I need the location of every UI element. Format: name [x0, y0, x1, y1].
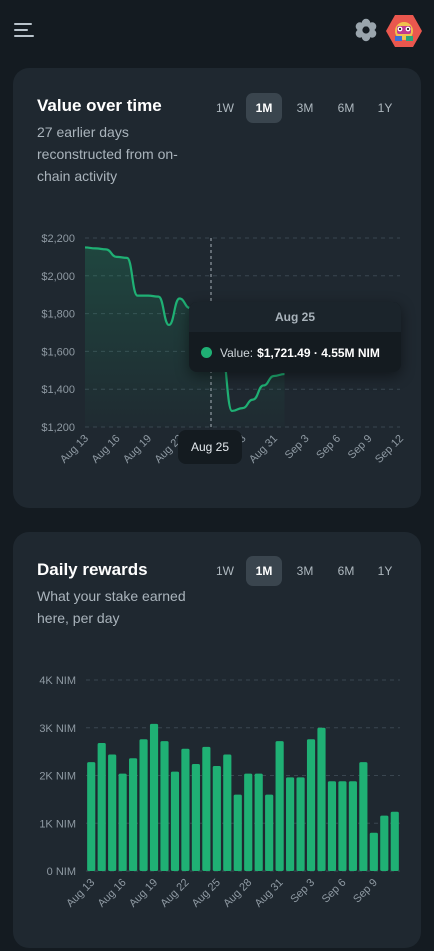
bar — [380, 815, 389, 871]
x-tick-label: Aug 16 — [89, 433, 122, 466]
bar — [244, 773, 253, 871]
bar — [327, 781, 337, 871]
x-tick-label: Sep 12 — [373, 433, 406, 466]
y-tick-label: $1,600 — [41, 346, 75, 358]
bar — [233, 794, 242, 871]
x-tick-label: Aug 19 — [127, 877, 160, 910]
x-tick-label: Aug 19 — [121, 433, 154, 466]
y-tick-label: $2,200 — [41, 233, 75, 245]
crosshair-date-label: Aug 25 — [178, 430, 242, 464]
x-tick-label: Aug 31 — [247, 433, 280, 466]
bar — [338, 781, 347, 871]
bar — [149, 723, 159, 871]
x-tick-label: Aug 25 — [190, 877, 223, 910]
series-dot-icon — [201, 347, 212, 358]
x-tick-label: Aug 22 — [158, 877, 191, 910]
bar — [108, 754, 117, 871]
x-tick-label: Sep 3 — [288, 877, 317, 906]
bar — [212, 765, 221, 871]
y-tick-label: 1K NIM — [39, 818, 76, 830]
x-tick-label: Sep 6 — [314, 433, 343, 462]
charts-layer: $2,200$2,000$1,800$1,600$1,400$1,200Aug … — [39, 233, 406, 910]
bar — [170, 771, 180, 871]
bar — [191, 764, 200, 871]
x-tick-label: Sep 6 — [320, 877, 349, 906]
y-tick-label: 2K NIM — [39, 771, 76, 783]
bar — [254, 773, 263, 871]
x-tick-label: Aug 16 — [96, 877, 129, 910]
bar — [129, 758, 138, 871]
bar — [265, 794, 274, 871]
chart-tooltip: Aug 25 Value: $1,721.49 · 4.55M NIM — [189, 302, 401, 372]
tooltip-label: Value: — [220, 346, 254, 360]
bar — [390, 811, 399, 871]
tooltip-value: $1,721.49 · 4.55M NIM — [257, 346, 380, 360]
x-tick-label: Aug 13 — [64, 877, 97, 910]
y-tick-label: $1,400 — [41, 384, 75, 396]
tooltip-body: Value: $1,721.49 · 4.55M NIM — [201, 346, 380, 360]
y-tick-label: $1,800 — [41, 309, 75, 321]
bar — [97, 743, 106, 871]
bar — [286, 777, 295, 871]
bar — [160, 741, 169, 871]
x-tick-label: Aug 31 — [253, 877, 286, 910]
y-tick-label: $1,200 — [41, 422, 75, 434]
x-tick-label: Sep 9 — [351, 877, 380, 906]
y-tick-label: $2,000 — [41, 271, 75, 283]
x-tick-label: Aug 13 — [58, 433, 91, 466]
bar — [202, 746, 211, 871]
x-tick-label: Aug 28 — [221, 877, 254, 910]
tooltip-date: Aug 25 — [189, 302, 401, 332]
y-tick-label: 0 NIM — [47, 866, 76, 878]
bar — [306, 739, 316, 871]
y-tick-label: 4K NIM — [39, 675, 76, 687]
x-tick-label: Sep 9 — [346, 433, 375, 462]
bar — [139, 739, 148, 871]
bar — [118, 773, 127, 871]
bar — [223, 754, 232, 871]
bar — [317, 727, 326, 871]
bar — [369, 832, 378, 871]
x-tick-label: Sep 3 — [283, 433, 312, 462]
bar — [181, 748, 190, 871]
bar — [359, 762, 368, 871]
bar — [275, 741, 284, 871]
y-tick-label: 3K NIM — [39, 723, 76, 735]
bar — [87, 762, 96, 871]
bar — [296, 777, 305, 871]
bar — [348, 781, 357, 871]
